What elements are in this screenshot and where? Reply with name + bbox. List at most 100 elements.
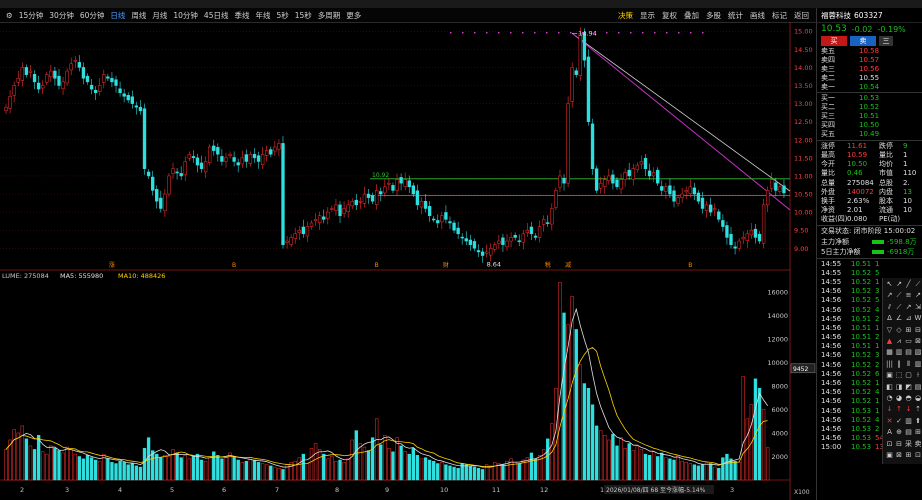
- drawing-tool-icon[interactable]: ◓: [904, 394, 913, 403]
- drawing-tool-icon[interactable]: ▧: [914, 348, 922, 357]
- toolbar-button[interactable]: 画线: [750, 10, 765, 21]
- buy-button[interactable]: 买: [821, 36, 847, 46]
- sell-button[interactable]: 卖: [850, 36, 876, 46]
- drawing-tool-icon[interactable]: ↗: [895, 280, 904, 289]
- tab-timeframe[interactable]: 月线: [152, 10, 167, 21]
- drawing-tool-icon[interactable]: ▢: [904, 371, 913, 380]
- drawing-tool-icon[interactable]: ◧: [885, 383, 894, 392]
- volume-bar: [387, 447, 391, 481]
- tab-timeframe[interactable]: 季线: [234, 10, 249, 21]
- more-button[interactable]: 三: [879, 36, 893, 46]
- drawing-tool-icon[interactable]: ▤: [904, 348, 913, 357]
- tab-timeframe[interactable]: 15秒: [295, 10, 312, 21]
- tab-timeframe[interactable]: 60分钟: [80, 10, 105, 21]
- drawing-tool-icon[interactable]: ⊟: [895, 440, 904, 449]
- tab-timeframe[interactable]: 10分钟: [173, 10, 198, 21]
- drawing-tool-icon[interactable]: ≡: [904, 291, 913, 300]
- drawing-tool-icon[interactable]: ✓: [895, 417, 904, 426]
- tab-timeframe[interactable]: 5秒: [276, 10, 288, 21]
- drawing-tool-icon[interactable]: 采: [904, 440, 913, 449]
- toolbar-button[interactable]: 多股: [706, 10, 721, 21]
- drawing-tool-icon[interactable]: ✕: [885, 417, 894, 426]
- tab-timeframe[interactable]: 更多: [346, 10, 361, 21]
- drawing-tool-icon[interactable]: ↓: [904, 405, 913, 414]
- drawing-tool-icon[interactable]: ⟊: [914, 371, 922, 380]
- drawing-tool-icon[interactable]: ◔: [885, 394, 894, 403]
- ma10-label: MA10: 488426: [118, 272, 165, 280]
- drawing-tool-icon[interactable]: ◨: [895, 383, 904, 392]
- drawing-tool-icon[interactable]: ↖: [885, 280, 894, 289]
- drawing-tool-icon[interactable]: ⟋: [895, 303, 904, 312]
- drawing-tool-icon[interactable]: ⦀: [904, 360, 913, 369]
- drawing-tool-icon[interactable]: ↗: [885, 291, 894, 300]
- drawing-tool-icon[interactable]: ⊠: [895, 451, 904, 460]
- drawing-tool-icon[interactable]: Δ: [885, 314, 894, 323]
- drawing-tool-icon[interactable]: ⊟: [914, 326, 922, 335]
- tab-timeframe[interactable]: 45日线: [204, 10, 229, 21]
- drawing-tool-icon[interactable]: ↗: [914, 291, 922, 300]
- drawing-tool-icon[interactable]: ◩: [904, 383, 913, 392]
- drawing-tool-icon[interactable]: W: [914, 314, 922, 323]
- drawing-tool-icon[interactable]: ▤: [914, 383, 922, 392]
- drawing-tool-icon[interactable]: ▥: [904, 417, 913, 426]
- drawing-tool-icon[interactable]: ‖: [895, 360, 904, 369]
- drawing-tool-icon[interactable]: ⬚: [895, 371, 904, 380]
- drawing-tool-icon[interactable]: ▥: [895, 348, 904, 357]
- toolbar-button[interactable]: 复权: [662, 10, 677, 21]
- drawing-tool-icon[interactable]: ⊞: [914, 428, 922, 437]
- drawing-tool-icon[interactable]: ▲: [885, 337, 894, 346]
- settings-icon[interactable]: ⚙: [6, 11, 13, 20]
- toolbar-button[interactable]: 统计: [728, 10, 743, 21]
- drawing-tool-icon[interactable]: ╱: [904, 280, 913, 289]
- drawing-tool-icon[interactable]: ◕: [895, 394, 904, 403]
- tick-price: 10.53: [851, 424, 872, 433]
- tab-timeframe[interactable]: 日线: [110, 10, 125, 21]
- drawing-tool-icon[interactable]: ⊿: [904, 314, 913, 323]
- drawing-tool-icon[interactable]: ◒: [914, 394, 922, 403]
- drawing-tool-icon[interactable]: 卖: [914, 440, 922, 449]
- drawing-tool-icon[interactable]: ⬆: [914, 417, 922, 426]
- drawing-tool-icon[interactable]: ⫽: [885, 303, 894, 312]
- drawing-tool-icon[interactable]: ↓: [885, 405, 894, 414]
- toolbar-button[interactable]: 叠加: [684, 10, 699, 21]
- tab-timeframe[interactable]: 15分钟: [19, 10, 44, 21]
- drawing-tool-icon[interactable]: ⊡: [914, 451, 922, 460]
- drawing-tool-icon[interactable]: ∠: [895, 314, 904, 323]
- drawing-tool-icon[interactable]: ⊠: [914, 337, 922, 346]
- tab-timeframe[interactable]: 30分钟: [49, 10, 74, 21]
- drawing-tool-icon[interactable]: ▦: [885, 348, 894, 357]
- drawing-tool-icon[interactable]: ↗: [904, 303, 913, 312]
- kline-chart[interactable]: 15.00 14.50 14.00 13.50 13.00 12.50 12.00 11.50…: [0, 22, 816, 500]
- drawing-tool-icon[interactable]: ▣: [885, 371, 894, 380]
- price-tick-label: 10.50: [794, 191, 813, 199]
- drawing-tool-icon[interactable]: A: [885, 428, 894, 437]
- drawing-tool-icon[interactable]: ⟋: [914, 280, 922, 289]
- drawing-tool-icon[interactable]: ⩘: [895, 337, 904, 346]
- tab-timeframe[interactable]: 周线: [131, 10, 146, 21]
- drawing-tool-icon[interactable]: ▽: [885, 326, 894, 335]
- date-axis-label: 4: [118, 486, 122, 494]
- drawing-tool-icon[interactable]: ◇: [895, 326, 904, 335]
- drawing-tool-icon[interactable]: ⊞: [904, 451, 913, 460]
- drawing-tool-icon[interactable]: ⊞: [904, 326, 913, 335]
- candle-body: [489, 248, 493, 256]
- drawing-tool-icon[interactable]: ▥: [914, 360, 922, 369]
- tick-volume: 1: [875, 406, 880, 415]
- drawing-tool-icon[interactable]: |||: [885, 360, 894, 369]
- toolbar-button[interactable]: 决策: [618, 10, 633, 21]
- drawing-tool-icon[interactable]: ▣: [885, 451, 894, 460]
- drawing-tool-icon[interactable]: ⇡: [914, 405, 922, 414]
- drawing-toolbox: ↖ ↗ ╱ ⟋ ↗ ⟋ ≡ ↗ ⫽ ⟋ ↗ ⇲ Δ ∠ ⊿ W ▽ ◇ ⊞ ⊟ ▲ ⩘ ▭ ⊠ ▦ ▥ ▤ ▧ ||| ‖ ⦀ ▥ ▣ ⬚ ▢ ⟊ ◧ ◨…: [882, 278, 922, 464]
- toolbar-button[interactable]: 标记: [772, 10, 787, 21]
- drawing-tool-icon[interactable]: ↑: [895, 405, 904, 414]
- drawing-tool-icon[interactable]: ⊡: [885, 440, 894, 449]
- drawing-tool-icon[interactable]: ▤: [904, 428, 913, 437]
- toolbar-button[interactable]: 返回: [794, 10, 809, 21]
- drawing-tool-icon[interactable]: ⇲: [914, 303, 922, 312]
- tab-timeframe[interactable]: 年线: [255, 10, 270, 21]
- drawing-tool-icon[interactable]: ⊕: [895, 428, 904, 437]
- toolbar-button[interactable]: 显示: [640, 10, 655, 21]
- drawing-tool-icon[interactable]: ⟋: [895, 291, 904, 300]
- drawing-tool-icon[interactable]: ▭: [904, 337, 913, 346]
- tab-timeframe[interactable]: 多周期: [318, 10, 341, 21]
